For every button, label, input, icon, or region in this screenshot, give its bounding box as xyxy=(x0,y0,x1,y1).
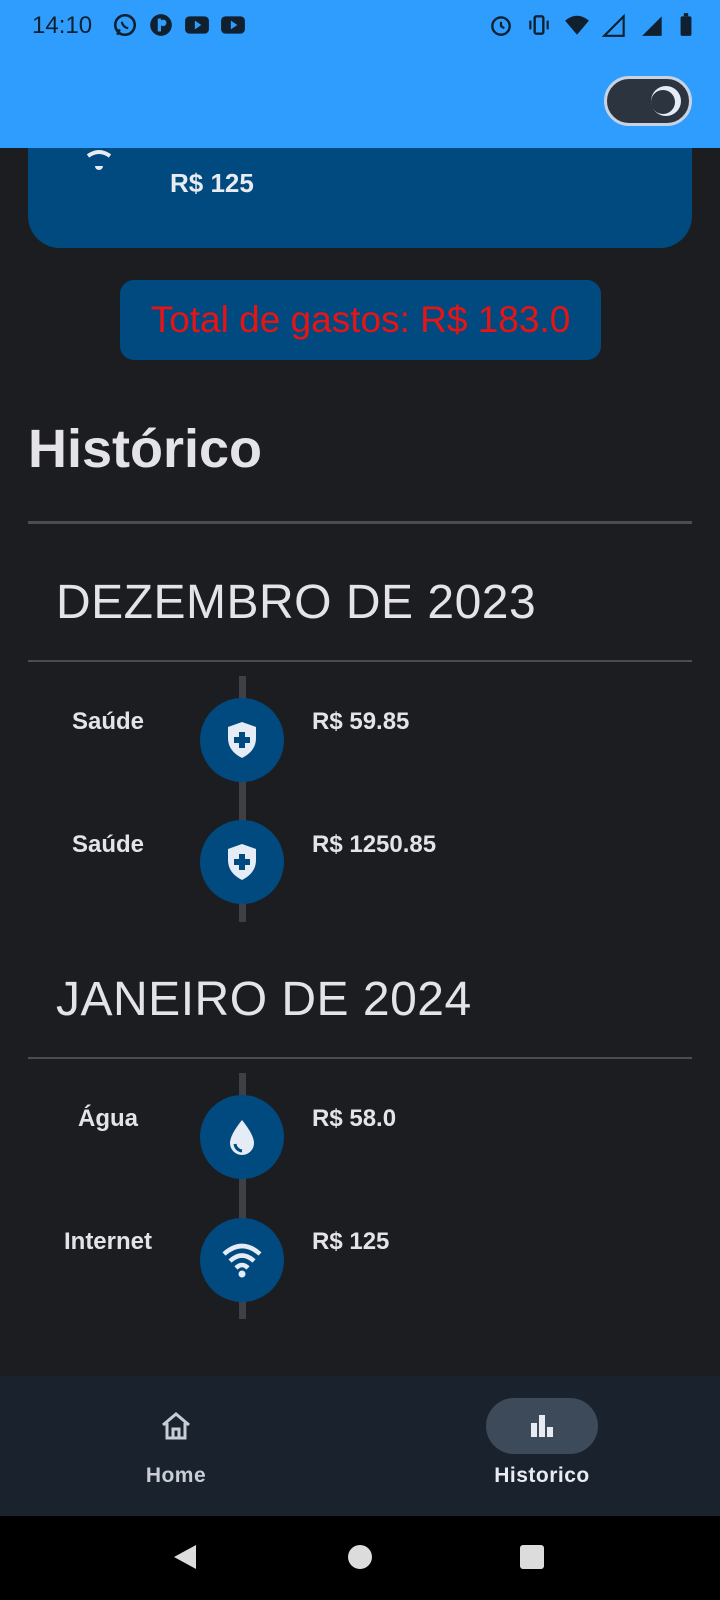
recents-icon[interactable] xyxy=(518,1542,546,1570)
entry-category: Internet xyxy=(63,1228,152,1255)
notification-icons xyxy=(112,12,246,38)
month-header: DEZEMBRO DE 2023 xyxy=(56,576,537,629)
entry-amount: R$ 58.0 xyxy=(312,1105,397,1132)
page-title: Histórico xyxy=(28,419,263,479)
expense-card: R$ 125 xyxy=(28,148,692,248)
entry-category: Saúde xyxy=(71,831,145,858)
moon-icon xyxy=(651,86,681,116)
month-header: JANEIRO DE 2024 xyxy=(56,973,472,1026)
youtube-icon xyxy=(185,16,209,34)
entry-amount: R$ 1250.85 xyxy=(312,831,437,858)
entry-category: Saúde xyxy=(71,708,145,735)
bar-chart-icon xyxy=(486,1398,598,1454)
battery-icon xyxy=(680,13,692,36)
entry-category: Água xyxy=(78,1105,138,1132)
divider xyxy=(28,521,692,524)
home-icon xyxy=(120,1398,232,1454)
divider xyxy=(28,1057,692,1059)
status-bar: 14:10 xyxy=(0,0,720,50)
home-button-icon[interactable] xyxy=(346,1542,374,1570)
nav-home[interactable]: Home xyxy=(96,1398,256,1488)
nav-historico-label: Historico xyxy=(494,1464,590,1487)
whatsapp-icon xyxy=(113,13,137,37)
divider xyxy=(28,660,692,662)
wifi-signal-icon xyxy=(565,15,589,35)
wifi-icon xyxy=(86,150,112,170)
dark-mode-toggle[interactable] xyxy=(604,76,692,126)
youtube-icon xyxy=(221,16,245,34)
entry-amount: R$ 125 xyxy=(312,1228,390,1255)
nav-historico[interactable]: Historico xyxy=(462,1398,622,1488)
app-notification-icon xyxy=(150,14,172,36)
health-shield-icon xyxy=(200,698,284,782)
alarm-icon xyxy=(491,16,511,36)
system-status-icons xyxy=(488,12,694,38)
history-content[interactable]: R$ 125 Total de gastos: R$ 183.0 Históri… xyxy=(0,148,720,1376)
cell-signal-icon xyxy=(642,16,662,36)
expense-card-amount: R$ 125 xyxy=(170,168,254,198)
back-icon[interactable] xyxy=(170,1542,200,1572)
water-drop-icon xyxy=(200,1095,284,1179)
total-expenses-text: Total de gastos: R$ 183.0 xyxy=(150,299,571,340)
vibrate-icon xyxy=(529,15,549,35)
wifi-icon xyxy=(200,1218,284,1302)
bottom-navigation: Home Historico xyxy=(0,1376,720,1516)
entry-amount: R$ 59.85 xyxy=(312,708,410,735)
system-navigation-bar xyxy=(0,1516,720,1600)
app-bar xyxy=(0,50,720,148)
cell-signal-icon xyxy=(602,13,625,37)
health-shield-icon xyxy=(200,820,284,904)
nav-home-label: Home xyxy=(145,1464,207,1487)
status-time: 14:10 xyxy=(32,12,93,39)
total-expenses: Total de gastos: R$ 183.0 xyxy=(120,280,601,360)
